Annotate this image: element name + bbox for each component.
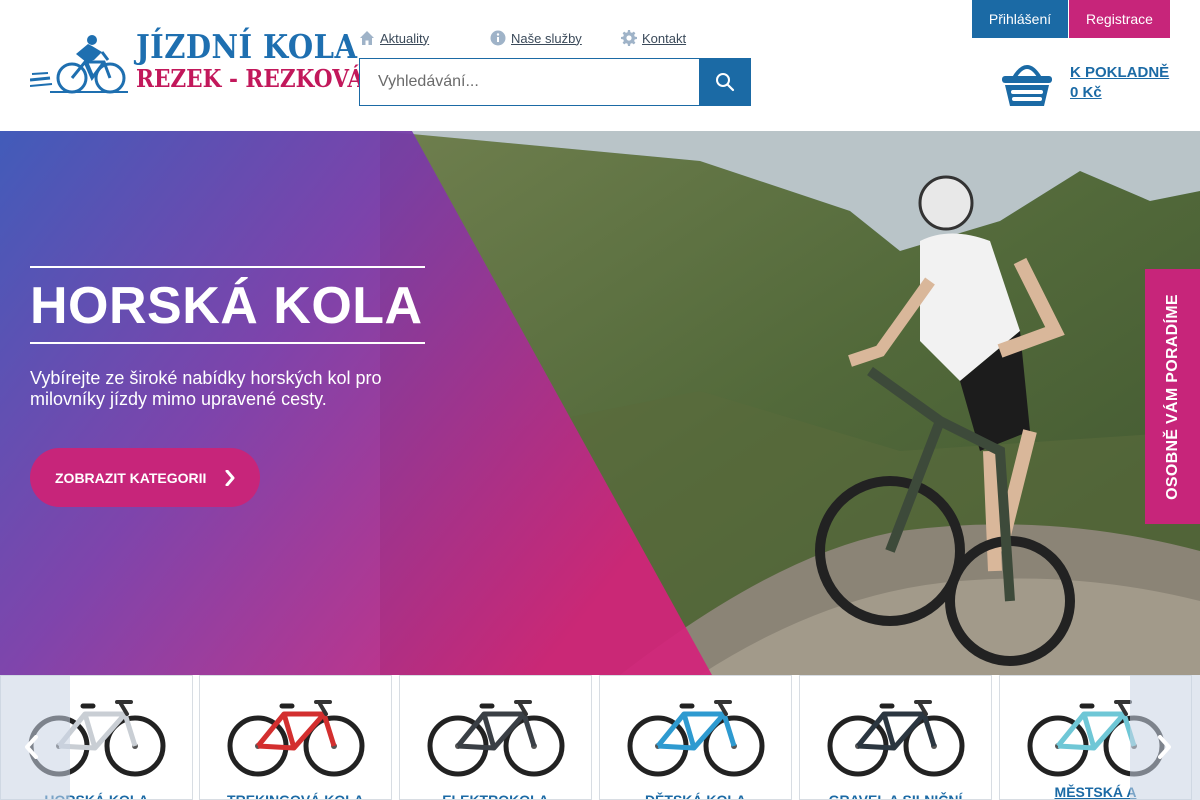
cta-label: ZOBRAZIT KATEGORII: [55, 469, 207, 486]
hero-subtitle: Vybírejte ze široké nabídky horských kol…: [30, 368, 382, 409]
nav-link-services[interactable]: Naše služby: [490, 30, 582, 46]
show-category-button[interactable]: ZOBRAZIT KATEGORII: [30, 448, 260, 507]
logo[interactable]: JÍZDNÍ KOLA REZEK - REZKOVÁ: [30, 28, 364, 98]
login-button[interactable]: Přihlášení: [972, 0, 1068, 38]
search-button[interactable]: [699, 58, 751, 106]
nav-label: Kontakt: [642, 30, 687, 46]
personal-advice-tab[interactable]: OSOBNĚ VÁM PORADÍME: [1145, 269, 1200, 524]
basket-icon: [1002, 65, 1052, 106]
chevron-left-icon: [25, 735, 38, 759]
bicycle-icon: [427, 700, 565, 777]
category-card[interactable]: TREKINGOVÁ KOLA: [199, 675, 392, 800]
cart-label: K POKLADNĚ: [1070, 64, 1170, 81]
category-label: DĚTSKÁ KOLA: [644, 792, 747, 800]
search-icon: [716, 73, 735, 92]
category-label: GRAVEL A SILNIČNÍ: [828, 792, 963, 800]
category-label: TREKINGOVÁ KOLA: [227, 792, 364, 800]
home-icon: [360, 31, 374, 45]
logo-subtitle: REZEK - REZKOVÁ: [136, 64, 365, 93]
category-label: ELEKTROKOLA: [442, 792, 549, 800]
nav-link-contact[interactable]: Kontakt: [621, 30, 686, 46]
category-card[interactable]: DĚTSKÁ KOLA: [599, 675, 792, 800]
cyclist-logo-icon: [30, 35, 128, 94]
category-carousel: HORSKÁ KOLA TREKINGOVÁ KOLA ELEKTROKOLA DĚT…: [0, 675, 1200, 800]
register-button[interactable]: Registrace: [1069, 0, 1170, 38]
chevron-right-icon: [1158, 735, 1171, 759]
bicycle-icon: [227, 700, 365, 777]
search-input[interactable]: [359, 58, 699, 106]
hero-banner: HORSKÁ KOLA Vybírejte ze široké nabídky …: [0, 131, 1200, 675]
bicycle-icon: [827, 700, 965, 777]
category-card[interactable]: GRAVEL A SILNIČNÍ: [799, 675, 992, 800]
category-card[interactable]: ELEKTROKOLA: [399, 675, 592, 800]
bicycle-icon: [627, 700, 765, 777]
chevron-right-icon: [225, 470, 235, 486]
carousel-prev-button[interactable]: [0, 675, 70, 800]
carousel-next-button[interactable]: [1130, 675, 1200, 800]
cart-total: 0 Kč: [1070, 84, 1102, 101]
logo-title: JÍZDNÍ KOLA: [136, 27, 358, 66]
site-header: JÍZDNÍ KOLA REZEK - REZKOVÁ Aktuality Na…: [0, 0, 1200, 131]
cart-link[interactable]: K POKLADNĚ 0 Kč: [1002, 58, 1172, 108]
gear-icon: [621, 30, 637, 46]
nav-link-aktuality[interactable]: Aktuality: [359, 30, 429, 46]
nav-label: Aktuality: [380, 30, 430, 46]
hero-content: HORSKÁ KOLA Vybírejte ze široké nabídky …: [30, 266, 450, 507]
nav-label: Naše služby: [511, 30, 582, 46]
search-form: [359, 58, 751, 106]
logo-text: JÍZDNÍ KOLA REZEK - REZKOVÁ: [136, 30, 389, 91]
hero-title: HORSKÁ KOLA: [30, 266, 425, 344]
info-icon: [490, 30, 506, 46]
advise-tab-label: OSOBNĚ VÁM PORADÍME: [1163, 293, 1181, 500]
